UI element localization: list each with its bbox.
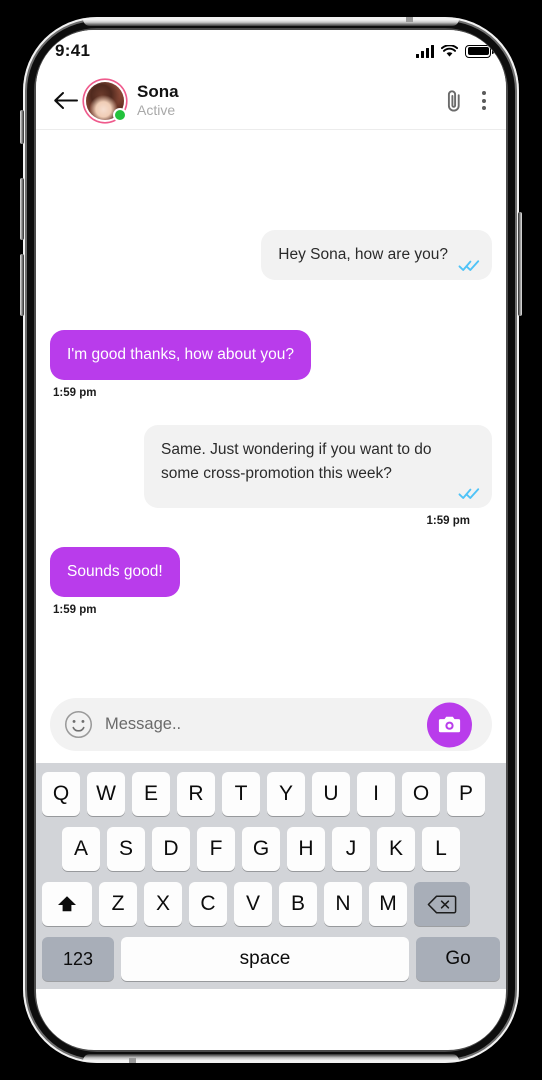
key-a[interactable]: A bbox=[62, 827, 100, 871]
online-status-dot bbox=[115, 109, 125, 120]
back-button[interactable] bbox=[48, 84, 82, 118]
message-bubble-outgoing[interactable]: Same. Just wondering if you want to do s… bbox=[144, 425, 492, 509]
frame-highlight-bottom bbox=[83, 1054, 459, 1061]
key-k[interactable]: K bbox=[377, 827, 415, 871]
message-text: Sounds good! bbox=[67, 563, 163, 581]
messages-top-spacer-3 bbox=[50, 204, 492, 230]
antenna-line-top bbox=[406, 17, 413, 22]
phone-screen: 9:41 Sona Active Hey Sona, how are you? … bbox=[36, 30, 506, 1050]
status-bar: 9:41 bbox=[36, 30, 506, 72]
message-row: Hey Sona, how are you? bbox=[50, 230, 492, 281]
key-w[interactable]: W bbox=[87, 772, 125, 816]
more-vertical-icon[interactable] bbox=[478, 88, 490, 113]
frame-highlight-top bbox=[83, 19, 459, 26]
silent-switch-button[interactable] bbox=[20, 110, 24, 144]
message-timestamp: 1:59 pm bbox=[53, 604, 97, 617]
message-gap-3 bbox=[50, 527, 492, 547]
message-row: I'm good thanks, how about you? 1:59 pm bbox=[50, 330, 492, 399]
key-z[interactable]: Z bbox=[99, 882, 137, 926]
key-m[interactable]: M bbox=[369, 882, 407, 926]
power-button[interactable] bbox=[518, 212, 522, 316]
message-input[interactable] bbox=[105, 715, 430, 734]
wifi-icon bbox=[441, 44, 458, 57]
key-r[interactable]: R bbox=[177, 772, 215, 816]
key-h[interactable]: H bbox=[287, 827, 325, 871]
status-bar-icons bbox=[370, 44, 500, 58]
camera-button[interactable] bbox=[427, 702, 472, 747]
space-key[interactable]: space bbox=[121, 937, 409, 981]
message-row: Sounds good! 1:59 pm bbox=[50, 547, 492, 616]
go-key[interactable]: Go bbox=[416, 937, 500, 981]
antenna-line-bottom bbox=[129, 1058, 136, 1063]
message-bubble-incoming[interactable]: I'm good thanks, how about you? bbox=[50, 330, 311, 381]
message-input-bar bbox=[36, 690, 506, 763]
battery-fill bbox=[467, 47, 489, 55]
key-o[interactable]: O bbox=[402, 772, 440, 816]
key-q[interactable]: Q bbox=[42, 772, 80, 816]
signal-bars-icon bbox=[416, 44, 434, 58]
double-check-icon bbox=[458, 488, 480, 500]
key-t[interactable]: T bbox=[222, 772, 260, 816]
volume-up-button[interactable] bbox=[20, 178, 24, 240]
message-timestamp: 1:59 pm bbox=[53, 387, 97, 400]
contact-name: Sona bbox=[137, 81, 179, 101]
message-text: I'm good thanks, how about you? bbox=[67, 346, 294, 364]
messages-area[interactable]: Hey Sona, how are you? I'm good thanks, … bbox=[36, 130, 506, 690]
messages-top-spacer-2 bbox=[50, 174, 492, 204]
message-gap-2 bbox=[50, 399, 492, 425]
chat-header: Sona Active bbox=[36, 72, 506, 130]
key-j[interactable]: J bbox=[332, 827, 370, 871]
key-x[interactable]: X bbox=[144, 882, 182, 926]
messages-top-spacer bbox=[50, 144, 492, 174]
message-row: Same. Just wondering if you want to do s… bbox=[50, 425, 492, 527]
key-b[interactable]: B bbox=[279, 882, 317, 926]
key-y[interactable]: Y bbox=[267, 772, 305, 816]
on-screen-keyboard[interactable]: Q W E R T Y U I O P A S D F G H J K L Z … bbox=[36, 763, 506, 989]
attachment-button[interactable] bbox=[445, 88, 463, 114]
shift-arrow-icon bbox=[58, 896, 76, 912]
keyboard-row-1: Q W E R T Y U I O P bbox=[36, 772, 506, 816]
paperclip-icon bbox=[447, 89, 460, 111]
camera-icon bbox=[438, 716, 461, 733]
keyboard-row-3: Z X C V B N M bbox=[36, 882, 506, 926]
key-s[interactable]: S bbox=[107, 827, 145, 871]
key-c[interactable]: C bbox=[189, 882, 227, 926]
message-bubble-outgoing[interactable]: Hey Sona, how are you? bbox=[261, 230, 492, 281]
key-v[interactable]: V bbox=[234, 882, 272, 926]
avatar-wrapper[interactable] bbox=[86, 81, 125, 120]
backspace-key[interactable] bbox=[414, 882, 470, 926]
back-arrow-icon bbox=[53, 92, 78, 109]
key-i[interactable]: I bbox=[357, 772, 395, 816]
keyboard-row-4: 123 space Go bbox=[36, 937, 506, 981]
message-gap-b bbox=[50, 310, 492, 330]
message-gap bbox=[50, 280, 492, 310]
shift-key[interactable] bbox=[42, 882, 92, 926]
message-input-pill[interactable] bbox=[50, 698, 492, 751]
key-d[interactable]: D bbox=[152, 827, 190, 871]
key-e[interactable]: E bbox=[132, 772, 170, 816]
header-actions bbox=[445, 88, 490, 114]
key-l[interactable]: L bbox=[422, 827, 460, 871]
contact-status: Active bbox=[137, 102, 176, 119]
status-bar-time: 9:41 bbox=[55, 41, 91, 60]
message-bubble-incoming[interactable]: Sounds good! bbox=[50, 547, 180, 598]
key-p[interactable]: P bbox=[447, 772, 485, 816]
volume-down-button[interactable] bbox=[20, 254, 24, 316]
double-check-icon bbox=[458, 260, 480, 271]
battery-icon bbox=[465, 44, 495, 58]
smiley-icon[interactable] bbox=[64, 710, 93, 739]
message-timestamp: 1:59 pm bbox=[426, 515, 470, 528]
header-text-group: Sona Active bbox=[137, 82, 445, 119]
key-f[interactable]: F bbox=[197, 827, 235, 871]
backspace-icon bbox=[427, 894, 457, 914]
message-text: Hey Sona, how are you? bbox=[278, 246, 448, 263]
message-text: Same. Just wondering if you want to do s… bbox=[161, 441, 432, 483]
key-g[interactable]: G bbox=[242, 827, 280, 871]
numeric-key[interactable]: 123 bbox=[42, 937, 114, 981]
key-n[interactable]: N bbox=[324, 882, 362, 926]
key-u[interactable]: U bbox=[312, 772, 350, 816]
keyboard-row-2: A S D F G H J K L bbox=[36, 827, 506, 871]
